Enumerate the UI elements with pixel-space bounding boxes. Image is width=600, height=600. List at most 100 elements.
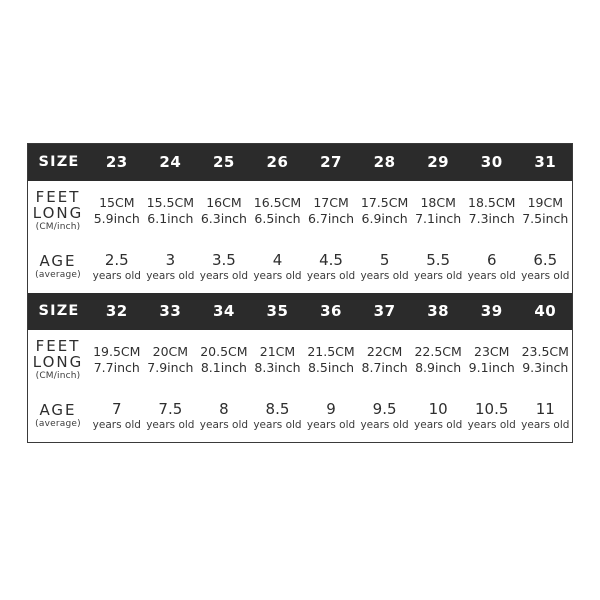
chart-section: SIZE 23 24 25 26 27 28 29 30 31 FEET LONG (CM/inch) 1… xyxy=(28,144,572,293)
cell-value-secondary: 8.9inch xyxy=(415,360,462,375)
header-cell-size: 25 xyxy=(212,153,235,171)
age-cell: 10.5 years old xyxy=(465,400,519,432)
cell-value-primary: 9.5 xyxy=(372,400,397,419)
age-row: AGE (average) 7 years old 7.5 years old 8 years… xyxy=(28,390,572,442)
header-cell-size: 40 xyxy=(534,302,557,320)
feet-long-cell: 23CM 9.1inch xyxy=(465,344,519,375)
row-label: AGE (average) xyxy=(28,400,90,429)
age-cell: 3.5 years old xyxy=(197,251,251,283)
size-header-row: SIZE 32 33 34 35 36 37 38 39 40 xyxy=(28,293,572,330)
size-header-row: SIZE 23 24 25 26 27 28 29 30 31 xyxy=(28,144,572,181)
cell-value-secondary: years old xyxy=(253,418,302,431)
cell-value-primary: 8.5 xyxy=(265,400,290,419)
feet-long-cell: 17CM 6.7inch xyxy=(304,195,358,226)
cell-value-secondary: years old xyxy=(521,269,570,282)
cell-value-secondary: 8.3inch xyxy=(254,360,301,375)
cell-value-primary: 20.5CM xyxy=(200,344,248,360)
feet-long-cell: 23.5CM 9.3inch xyxy=(519,344,573,375)
cell-value-primary: 19.5CM xyxy=(93,344,141,360)
header-cell-size: 34 xyxy=(212,302,235,320)
age-cell: 7 years old xyxy=(90,400,144,432)
age-cell: 3 years old xyxy=(144,251,198,283)
feet-long-cell: 16.5CM 6.5inch xyxy=(251,195,305,226)
cell-value-primary: 16.5CM xyxy=(253,195,302,211)
age-cell: 2.5 years old xyxy=(90,251,144,283)
chart-section: SIZE 32 33 34 35 36 37 38 39 40 FEET LONG (CM/inch) 1… xyxy=(28,293,572,442)
age-cell: 5 years old xyxy=(358,251,412,283)
cell-value-secondary: 8.7inch xyxy=(361,360,408,375)
feet-long-row: FEET LONG (CM/inch) 15CM 5.9inch 15.5CM 6.1inc… xyxy=(28,181,572,241)
cell-value-secondary: 9.3inch xyxy=(522,360,569,375)
header-cell-size: 38 xyxy=(427,302,450,320)
age-cell: 5.5 years old xyxy=(411,251,465,283)
row-label: AGE (average) xyxy=(28,253,90,280)
header-cell-size: 33 xyxy=(159,302,182,320)
row-label-main: FEET LONG xyxy=(32,188,84,222)
cell-value-primary: 19CM xyxy=(527,195,563,211)
feet-long-cell: 18CM 7.1inch xyxy=(411,195,465,226)
row-label-sub: (CM/inch) xyxy=(35,221,81,232)
cell-value-primary: 15CM xyxy=(99,195,135,211)
cell-value-secondary: years old xyxy=(414,418,463,431)
cell-value-secondary: 7.1inch xyxy=(415,211,462,226)
cell-value-primary: 10 xyxy=(428,400,448,419)
cell-value-primary: 20CM xyxy=(152,344,189,360)
header-cell-size: 28 xyxy=(373,153,396,171)
cell-value-secondary: 9.1inch xyxy=(468,360,515,375)
cell-value-primary: 7 xyxy=(112,400,122,419)
feet-long-cell: 19CM 7.5inch xyxy=(519,195,573,226)
age-cell: 8.5 years old xyxy=(251,400,305,432)
row-label-sub: (average) xyxy=(35,269,81,280)
row-label-sub: (CM/inch) xyxy=(35,370,81,381)
cell-value-secondary: years old xyxy=(199,418,249,431)
cell-value-secondary: years old xyxy=(306,418,356,431)
cell-value-secondary: years old xyxy=(467,269,516,282)
row-label-main: FEET LONG xyxy=(32,337,84,371)
cell-value-secondary: 8.5inch xyxy=(307,360,355,375)
cell-value-secondary: years old xyxy=(360,418,409,431)
feet-long-cell: 20.5CM 8.1inch xyxy=(197,344,251,375)
cell-value-secondary: 6.7inch xyxy=(307,211,355,226)
cell-value-primary: 21CM xyxy=(259,344,296,360)
cell-value-primary: 9 xyxy=(326,400,336,419)
cell-value-secondary: years old xyxy=(306,269,356,282)
cell-value-primary: 2.5 xyxy=(104,251,129,270)
cell-value-primary: 11 xyxy=(535,400,555,419)
feet-long-cell: 15.5CM 6.1inch xyxy=(144,195,198,226)
row-label-sub: (average) xyxy=(35,418,81,429)
cell-value-secondary: 7.9inch xyxy=(147,360,194,375)
age-cell: 4 years old xyxy=(251,251,305,283)
cell-value-primary: 3.5 xyxy=(211,251,236,270)
cell-value-secondary: years old xyxy=(360,269,409,282)
cell-value-secondary: years old xyxy=(92,418,141,431)
row-label-main: AGE xyxy=(39,400,77,419)
cell-value-secondary: years old xyxy=(253,269,302,282)
cell-value-primary: 5 xyxy=(379,251,390,270)
header-cell-size: 35 xyxy=(266,302,289,320)
feet-long-cell: 21CM 8.3inch xyxy=(251,344,305,375)
feet-long-cell: 20CM 7.9inch xyxy=(144,344,198,375)
header-cell-size: 36 xyxy=(320,302,342,320)
header-label-size: SIZE xyxy=(38,303,80,320)
cell-value-secondary: 5.9inch xyxy=(93,211,140,226)
feet-long-cell: 16CM 6.3inch xyxy=(197,195,251,226)
cell-value-primary: 23.5CM xyxy=(521,344,569,360)
feet-long-cell: 15CM 5.9inch xyxy=(90,195,144,226)
feet-long-cell: 21.5CM 8.5inch xyxy=(304,344,358,375)
header-cell-size: 30 xyxy=(480,153,503,171)
age-cell: 7.5 years old xyxy=(144,400,198,432)
page-root: SIZE 23 24 25 26 27 28 29 30 31 FEET LONG (CM/inch) 1… xyxy=(0,0,600,600)
cell-value-secondary: years old xyxy=(146,418,195,431)
cell-value-primary: 18.5CM xyxy=(468,195,516,211)
cell-value-primary: 15.5CM xyxy=(146,195,195,211)
cell-value-primary: 17CM xyxy=(313,195,349,211)
feet-long-cell: 19.5CM 7.7inch xyxy=(90,344,144,375)
age-cell: 9.5 years old xyxy=(358,400,412,432)
cell-value-primary: 21.5CM xyxy=(307,344,355,360)
cell-value-secondary: years old xyxy=(199,269,249,282)
cell-value-primary: 4.5 xyxy=(319,251,343,270)
header-cell-size: 23 xyxy=(105,153,128,171)
header-label-size: SIZE xyxy=(38,154,80,171)
cell-value-secondary: years old xyxy=(521,418,570,431)
feet-long-cell: 22.5CM 8.9inch xyxy=(411,344,465,375)
